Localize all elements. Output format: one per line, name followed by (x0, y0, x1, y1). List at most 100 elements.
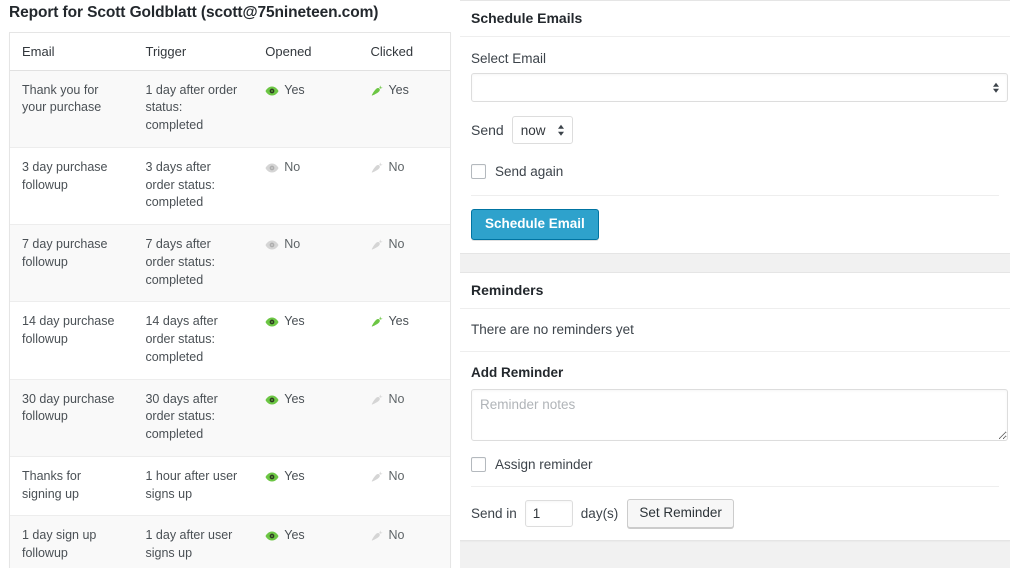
send-again-label: Send again (495, 164, 564, 179)
clicked-value: No (388, 159, 405, 174)
eye-icon (265, 530, 279, 548)
cell-trigger: 30 days after order status: completed (133, 379, 254, 457)
schedule-emails-panel: Schedule Emails Select Email Send now Se… (460, 0, 1010, 255)
reminders-panel: Reminders There are no reminders yet Add… (460, 272, 1010, 542)
report-column: Report for Scott Goldblatt (scott@75nine… (0, 0, 460, 568)
cell-email: Thank you for your purchase (10, 70, 134, 148)
send-when-dropdown[interactable]: now (511, 116, 573, 144)
table-head: Email Trigger Opened Clicked (10, 32, 450, 71)
cell-opened: No (253, 147, 359, 226)
schedule-emails-title: Schedule Emails (471, 10, 583, 26)
opened-value: Yes (284, 314, 305, 329)
cell-trigger: 14 days after order status: completed (133, 301, 254, 380)
side-column: Schedule Emails Select Email Send now Se… (460, 0, 1010, 568)
cell-trigger: 3 days after order status: completed (133, 147, 254, 226)
send-label: Send (471, 122, 504, 138)
opened-value: No (284, 159, 301, 174)
schedule-email-button[interactable]: Schedule Email (471, 209, 599, 241)
table-row: 30 day purchase followup 30 days after or… (10, 379, 450, 457)
cell-trigger: 1 day after user signs up (133, 515, 254, 568)
carrot-icon (370, 393, 384, 412)
reminder-notes-input[interactable] (471, 389, 1008, 442)
cell-trigger: 1 hour after user signs up (133, 456, 254, 517)
cell-opened: Yes (253, 456, 359, 517)
cell-clicked: Yes (358, 301, 450, 380)
carrot-icon (370, 470, 384, 489)
schedule-divider (471, 195, 999, 196)
send-again-row[interactable]: Send again (471, 164, 999, 179)
eye-icon (265, 471, 279, 489)
reminders-divider (471, 486, 999, 488)
eye-icon (265, 162, 279, 180)
table-row: 3 day purchase followup 3 days after orde… (10, 147, 450, 226)
cell-email: 7 day purchase followup (10, 224, 134, 303)
cell-clicked: No (358, 147, 450, 226)
send-in-label: Send in (471, 506, 517, 522)
assign-reminder-row[interactable]: Assign reminder (460, 457, 1010, 473)
set-reminder-row: Send in day(s) Set Reminder (460, 499, 1010, 540)
table-row: 14 day purchase followup 14 days after or… (10, 301, 450, 380)
table-row: Thanks for signing up 1 hour after user s… (10, 456, 450, 517)
opened-value: Yes (284, 82, 305, 97)
add-reminder-title: Add Reminder (471, 365, 564, 381)
cell-clicked: No (358, 515, 450, 568)
opened-value: Yes (284, 528, 305, 543)
cell-opened: Yes (253, 515, 359, 568)
carrot-icon (370, 238, 384, 257)
cell-email: 1 day sign up followup (10, 515, 134, 568)
column-header-trigger: Trigger (133, 32, 254, 71)
cell-opened: No (253, 224, 359, 303)
opened-value: Yes (284, 391, 305, 406)
page-title: Report for Scott Goldblatt (scott@75nine… (9, 4, 379, 21)
send-in-days-input[interactable] (524, 500, 573, 528)
reminders-title: Reminders (471, 282, 544, 299)
clicked-value: Yes (388, 314, 409, 329)
cell-email: 14 day purchase followup (10, 301, 134, 380)
cell-trigger: 1 day after order status: completed (133, 70, 254, 148)
set-reminder-button[interactable]: Set Reminder (627, 499, 734, 529)
carrot-icon (370, 161, 384, 180)
clicked-value: No (388, 528, 405, 543)
panel-gap (460, 254, 1010, 273)
clicked-value: Yes (388, 82, 409, 97)
opened-value: No (284, 237, 301, 252)
cell-opened: Yes (253, 70, 359, 148)
cell-email: 3 day purchase followup (10, 147, 134, 226)
cell-email: 30 day purchase followup (10, 379, 134, 457)
page-root: Report for Scott Goldblatt (scott@75nine… (0, 0, 1010, 568)
assign-reminder-checkbox[interactable] (471, 457, 486, 473)
report-table: Email Trigger Opened Clicked Thank you f… (10, 32, 450, 568)
cell-opened: Yes (253, 379, 359, 457)
table-row: 1 day sign up followup 1 day after user s… (10, 515, 450, 568)
eye-icon (265, 394, 279, 412)
send-again-checkbox[interactable] (471, 164, 486, 179)
column-header-clicked: Clicked (358, 32, 450, 71)
column-header-opened: Opened (253, 32, 359, 71)
reminder-notes-wrapper (460, 389, 1010, 442)
eye-icon (265, 239, 279, 257)
reminders-empty-message: There are no reminders yet (460, 309, 1010, 353)
cell-email: Thanks for signing up (10, 456, 134, 517)
cell-clicked: Yes (358, 70, 450, 148)
eye-icon (265, 85, 279, 103)
opened-value: Yes (284, 468, 305, 483)
cell-trigger: 7 days after order status: completed (133, 224, 254, 303)
eye-icon (265, 316, 279, 334)
carrot-icon (370, 529, 384, 548)
select-email-label: Select Email (471, 51, 547, 66)
cell-clicked: No (358, 379, 450, 457)
reminders-header: Reminders (460, 273, 1010, 310)
table-row: Thank you for your purchase 1 day after o… (10, 70, 450, 148)
send-timing-row: Send now (471, 116, 999, 144)
send-when-wrapper: now (511, 116, 573, 144)
select-email-wrapper (471, 73, 1008, 102)
clicked-value: No (388, 391, 405, 406)
column-header-email: Email (10, 32, 134, 71)
cell-opened: Yes (253, 301, 359, 380)
carrot-icon (370, 84, 384, 103)
carrot-icon (370, 315, 384, 334)
cell-clicked: No (358, 224, 450, 303)
clicked-value: No (388, 237, 405, 252)
select-email-dropdown[interactable] (471, 73, 1008, 102)
table-body: Thank you for your purchase 1 day after o… (10, 70, 450, 568)
